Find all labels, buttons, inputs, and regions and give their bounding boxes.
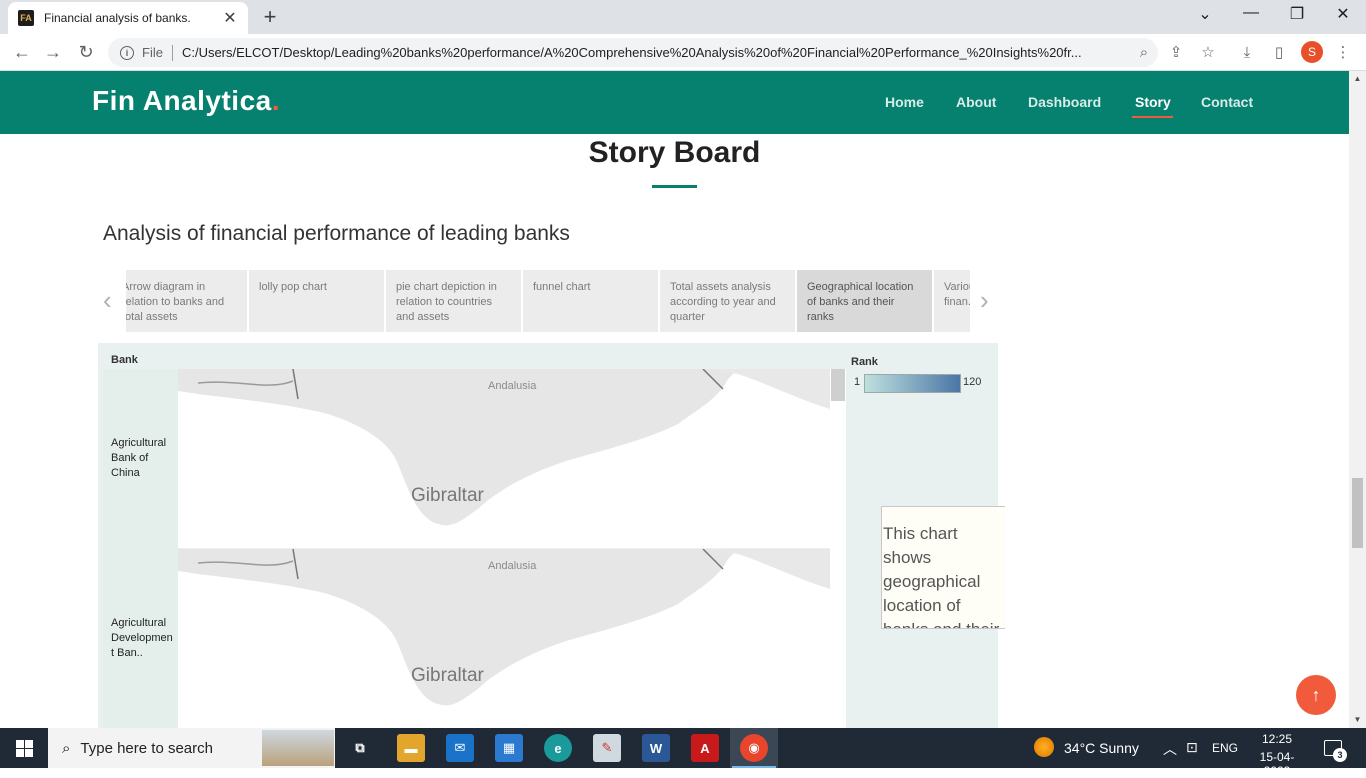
map-region-label: Andalusia xyxy=(488,560,537,572)
store-icon[interactable]: ▦ xyxy=(495,734,523,762)
site-favicon-icon: FA xyxy=(18,10,34,26)
browser-menu-icon[interactable]: ⋮ xyxy=(1333,42,1353,62)
legend-title: Rank xyxy=(851,356,878,368)
title-underline xyxy=(652,185,697,188)
tab-title: Financial analysis of banks. xyxy=(44,11,191,25)
page-title: Story Board xyxy=(588,136,761,169)
land-mass xyxy=(178,549,830,706)
omnibox-separator xyxy=(171,44,173,61)
map-panel[interactable]: Andalusia Gibraltar xyxy=(178,549,830,728)
back-button[interactable]: ← xyxy=(10,40,34,64)
zoom-icon[interactable]: ⌕ xyxy=(1134,42,1154,62)
window-close-button[interactable]: ✕ xyxy=(1331,4,1355,24)
map-place-label: Gibraltar xyxy=(411,485,484,506)
viz-scrollbar-thumb[interactable] xyxy=(831,369,845,401)
back-to-top-button[interactable]: ↑ xyxy=(1296,675,1336,715)
windows-start-icon[interactable] xyxy=(16,740,33,757)
task-view-icon[interactable]: ⧉ xyxy=(346,734,374,762)
rank-color-legend xyxy=(864,374,961,393)
mail-icon[interactable]: ✉ xyxy=(446,734,474,762)
story-point[interactable]: pie chart depiction in relation to count… xyxy=(386,270,521,332)
page-scrollbar-thumb[interactable] xyxy=(1352,478,1363,548)
edge-icon[interactable]: e xyxy=(544,734,572,762)
story-point[interactable]: funnel chart xyxy=(523,270,658,332)
caption-text: This chart shows geographical location o… xyxy=(883,524,999,628)
nav-story[interactable]: Story xyxy=(1135,94,1171,110)
site-header: Fin Analytica. Home About Dashboard Stor… xyxy=(0,71,1349,134)
search-placeholder: Type here to search xyxy=(80,739,213,757)
nav-about[interactable]: About xyxy=(956,94,996,110)
nav-contact[interactable]: Contact xyxy=(1201,94,1253,110)
caption-box: This chart shows geographical location o… xyxy=(881,506,1005,629)
bank-label: Agricultural Bank of China xyxy=(111,437,167,479)
tab-search-icon[interactable]: ⌄ xyxy=(1193,4,1217,24)
active-nav-underline xyxy=(1132,116,1173,118)
file-scheme-label: File xyxy=(142,45,163,60)
story-point[interactable]: Total assets analysis according to year … xyxy=(660,270,795,332)
bank-column-header: Bank xyxy=(111,354,138,366)
new-tab-button[interactable]: + xyxy=(258,4,282,30)
scroll-up-arrow-icon[interactable]: ▲ xyxy=(1352,74,1363,83)
chrome-icon[interactable]: ◉ xyxy=(732,734,776,768)
map-place-label: Gibraltar xyxy=(411,665,484,686)
tab-close-icon[interactable]: ✕ xyxy=(222,8,238,28)
brand-name: Fin Analytica xyxy=(92,85,272,116)
word-icon[interactable]: W xyxy=(642,734,670,762)
story-navigator: Arrow diagram in relation to banks and t… xyxy=(126,270,970,332)
network-icon[interactable]: ⊡ xyxy=(1186,739,1198,756)
weather-sun-icon[interactable] xyxy=(1034,737,1054,757)
minimize-button[interactable]: — xyxy=(1239,4,1263,22)
story-prev-arrow-icon[interactable]: ‹ xyxy=(103,285,112,316)
scroll-down-arrow-icon[interactable]: ▼ xyxy=(1352,715,1363,724)
story-title: Analysis of financial performance of lea… xyxy=(103,222,570,245)
story-point[interactable]: Arrow diagram in relation to banks and t… xyxy=(126,270,247,332)
brand-logo[interactable]: Fin Analytica. xyxy=(92,85,280,117)
nav-home[interactable]: Home xyxy=(885,94,924,110)
clock-date[interactable]: 15-04-2023 xyxy=(1247,750,1307,778)
reload-button[interactable]: ↻ xyxy=(74,40,98,64)
acrobat-icon[interactable]: A xyxy=(691,734,719,762)
page-scrollbar[interactable]: ▲ ▼ xyxy=(1349,71,1366,728)
brand-dot: . xyxy=(271,85,281,116)
story-point-selected[interactable]: Geographical location of banks and their… xyxy=(797,270,932,332)
bank-label: Agricultural Developmen t Ban.. xyxy=(111,617,173,659)
story-point[interactable]: Various ... showing ... of finan... xyxy=(934,270,970,332)
story-point[interactable]: lolly pop chart xyxy=(249,270,384,332)
language-indicator[interactable]: ENG xyxy=(1212,741,1238,755)
land-mass xyxy=(178,369,830,548)
site-info-icon[interactable]: i xyxy=(120,45,134,60)
address-toolbar: ← → ↻ i File C:/Users/ELCOT/Desktop/Lead… xyxy=(0,34,1366,71)
side-panel-icon[interactable]: ▯ xyxy=(1269,42,1289,62)
clock-time[interactable]: 12:25 xyxy=(1247,732,1307,746)
address-bar[interactable]: i File C:/Users/ELCOT/Desktop/Leading%20… xyxy=(108,38,1158,67)
profile-avatar[interactable]: S xyxy=(1301,41,1323,63)
weather-text[interactable]: 34°C Sunny xyxy=(1064,740,1139,756)
bookmark-star-icon[interactable]: ☆ xyxy=(1198,42,1218,62)
tray-overflow-icon[interactable]: ︿ xyxy=(1163,739,1177,759)
forward-button[interactable]: → xyxy=(41,40,65,64)
paint-icon[interactable]: ✎ xyxy=(593,734,621,762)
search-icon: ⌕ xyxy=(62,739,71,757)
legend-min: 1 xyxy=(854,376,861,388)
viz-scrollbar[interactable] xyxy=(830,369,846,728)
restore-button[interactable]: ❐ xyxy=(1285,4,1309,24)
bank-row-labels: Agricultural Bank of China Agricultural … xyxy=(103,369,178,728)
map-panel[interactable]: Andalusia Gibraltar xyxy=(178,369,830,548)
notification-count-badge: 3 xyxy=(1333,748,1347,762)
share-icon[interactable]: ⇪ xyxy=(1166,42,1186,62)
file-explorer-icon[interactable]: ▬ xyxy=(397,734,425,762)
legend-max: 120 xyxy=(963,376,982,388)
url-text[interactable]: C:/Users/ELCOT/Desktop/Leading%20banks%2… xyxy=(182,45,1122,60)
download-icon[interactable]: ⤓ xyxy=(1237,42,1257,62)
map-region-label: Andalusia xyxy=(488,380,537,392)
search-highlight-image xyxy=(262,730,334,766)
nav-dashboard[interactable]: Dashboard xyxy=(1028,94,1101,110)
browser-tab-strip: FA Financial analysis of banks. ✕ + ⌄ — … xyxy=(0,0,1366,34)
story-next-arrow-icon[interactable]: › xyxy=(980,285,989,316)
browser-tab[interactable]: FA Financial analysis of banks. ✕ xyxy=(8,2,248,34)
